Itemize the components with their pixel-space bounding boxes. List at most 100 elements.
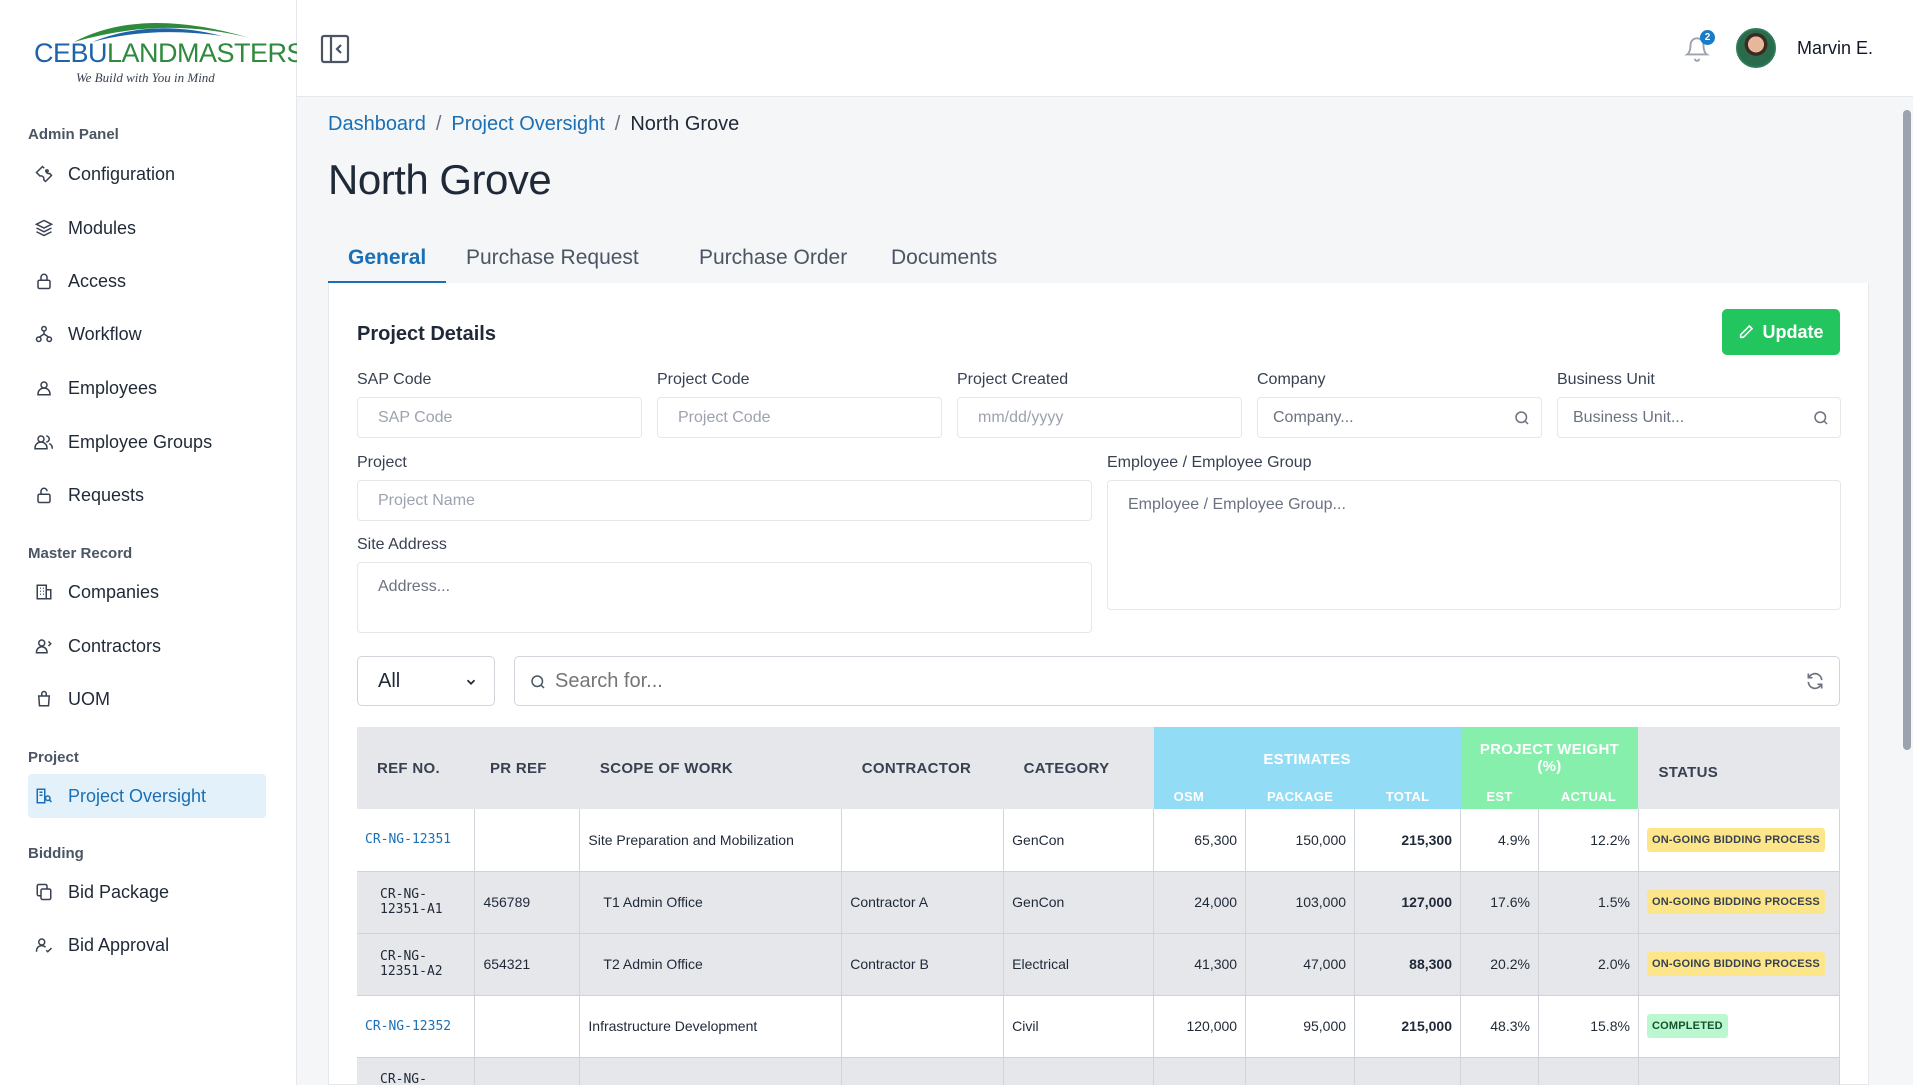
tab-documents[interactable]: Documents bbox=[871, 238, 1017, 284]
sidebar-item-employees[interactable]: Employees bbox=[28, 366, 266, 410]
ref-cell: CR-NG-12351-A1 bbox=[357, 871, 476, 934]
sidebar-item-companies[interactable]: Companies bbox=[28, 570, 266, 614]
building-icon bbox=[33, 581, 55, 603]
breadcrumb: Dashboard / Project Oversight / North Gr… bbox=[328, 113, 739, 136]
sidebar-item-configuration[interactable]: Configuration bbox=[28, 152, 266, 196]
table-row[interactable]: CR-NG-12351-A1 456789 T1 Admin Office Co… bbox=[357, 871, 1841, 934]
project-created-date-input[interactable]: mm/dd/yyyy bbox=[957, 397, 1242, 438]
header-category[interactable]: CATEGORY bbox=[1003, 727, 1154, 809]
wrench-icon bbox=[33, 163, 55, 185]
status-filter-select[interactable]: All bbox=[357, 656, 495, 706]
scope-cell: T2 Admin Office bbox=[579, 933, 843, 996]
breadcrumb-separator: / bbox=[614, 113, 621, 135]
company-placeholder: Company... bbox=[1273, 408, 1354, 426]
table-row[interactable]: CR-NG- bbox=[357, 1057, 1841, 1085]
update-label: Update bbox=[1762, 321, 1824, 342]
page-scrollbar-thumb[interactable] bbox=[1903, 110, 1911, 750]
scope-cell: Infrastructure Development bbox=[579, 995, 843, 1058]
notification-count-badge: 2 bbox=[1700, 30, 1715, 45]
pr-ref-cell: 456789 bbox=[474, 871, 581, 934]
copy-icon bbox=[33, 881, 55, 903]
table-search-input[interactable] bbox=[555, 665, 1755, 697]
sidebar-item-access[interactable]: Access bbox=[28, 259, 266, 303]
sidebar-item-label: Configuration bbox=[68, 163, 176, 184]
header-contractor[interactable]: CONTRACTOR bbox=[841, 727, 1004, 809]
sidebar-item-workflow[interactable]: Workflow bbox=[28, 312, 266, 356]
project-code-input[interactable]: Project Code bbox=[657, 397, 942, 438]
osm-cell: 120,000 bbox=[1153, 995, 1247, 1058]
company-label: Company bbox=[1257, 371, 1326, 388]
tab-purchase-request[interactable]: Purchase Request bbox=[446, 238, 659, 284]
header-ref-no[interactable]: REF NO. bbox=[357, 727, 475, 809]
ref-cell: CR-NG-12351-A2 bbox=[357, 933, 476, 996]
tab-purchase-order[interactable]: Purchase Order bbox=[679, 238, 867, 284]
sidebar-item-label: Bid Package bbox=[68, 881, 170, 902]
site-address-label: Site Address bbox=[357, 536, 447, 553]
company-search-input[interactable]: Company... bbox=[1257, 397, 1542, 438]
table-row[interactable]: CR-NG-12351 Site Preparation and Mobiliz… bbox=[357, 809, 1841, 872]
category-cell: Electrical bbox=[1003, 933, 1155, 996]
sidebar-item-contractors[interactable]: Contractors bbox=[28, 624, 266, 668]
status-badge: COMPLETED bbox=[1646, 1014, 1728, 1038]
total-cell: 127,000 bbox=[1354, 871, 1461, 934]
site-address-textarea[interactable]: Address... bbox=[357, 562, 1092, 633]
breadcrumb-link-dashboard[interactable]: Dashboard bbox=[328, 113, 426, 136]
table-row[interactable]: CR-NG-12352 Infrastructure Development C… bbox=[357, 995, 1841, 1058]
osm-cell: 24,000 bbox=[1153, 871, 1247, 934]
header-total[interactable]: TOTAL bbox=[1354, 781, 1461, 809]
pencil-icon bbox=[1740, 324, 1754, 339]
sap-code-input[interactable]: SAP Code bbox=[357, 397, 642, 438]
tab-general[interactable]: General bbox=[328, 238, 447, 284]
unlock-icon bbox=[33, 484, 55, 506]
total-cell: 215,000 bbox=[1354, 995, 1461, 1058]
actual-cell: 2.0% bbox=[1538, 933, 1639, 996]
contractor-cell: Contractor B bbox=[841, 933, 1005, 996]
osm-cell: 65,300 bbox=[1153, 809, 1247, 872]
sidebar-item-bid-approval[interactable]: Bid Approval bbox=[28, 923, 266, 967]
sap-code-label: SAP Code bbox=[357, 371, 432, 388]
business-unit-search-input[interactable]: Business Unit... bbox=[1557, 397, 1841, 438]
sidebar-item-uom[interactable]: UOM bbox=[28, 677, 266, 721]
topbar: 2 Marvin E. bbox=[297, 0, 1913, 97]
header-status[interactable]: STATUS bbox=[1638, 727, 1840, 809]
header-scope[interactable]: SCOPE OF WORK bbox=[579, 727, 842, 809]
header-pr-ref[interactable]: PR REF bbox=[474, 727, 580, 809]
header-package[interactable]: PACKAGE bbox=[1245, 781, 1355, 809]
logo-tagline: We Build with You in Mind bbox=[76, 70, 215, 85]
actual-cell: 1.5% bbox=[1538, 871, 1639, 934]
package-cell: 47,000 bbox=[1245, 933, 1356, 996]
header-osm[interactable]: OSM bbox=[1153, 781, 1246, 809]
ref-link[interactable]: CR-NG-12352 bbox=[365, 1019, 451, 1034]
user-name[interactable]: Marvin E. bbox=[1797, 38, 1873, 59]
sidebar-item-modules[interactable]: Modules bbox=[28, 206, 266, 250]
scope-cell: Site Preparation and Mobilization bbox=[579, 809, 843, 872]
bag-icon bbox=[33, 688, 55, 710]
nav-section-bidding: Bidding bbox=[28, 845, 84, 862]
contractor-cell bbox=[841, 995, 1005, 1058]
total-cell: 88,300 bbox=[1354, 933, 1461, 996]
sidebar-item-label: Employees bbox=[68, 377, 158, 398]
project-name-input[interactable]: Project Name bbox=[357, 480, 1092, 521]
update-button[interactable]: Update bbox=[1722, 309, 1840, 355]
sidebar-item-project-oversight[interactable]: Project Oversight bbox=[28, 774, 266, 818]
breadcrumb-link-project-oversight[interactable]: Project Oversight bbox=[451, 113, 604, 136]
header-est[interactable]: EST bbox=[1460, 781, 1539, 809]
header-estimates: ESTIMATES bbox=[1153, 727, 1461, 782]
ref-link[interactable]: CR-NG-12351 bbox=[365, 832, 451, 847]
avatar[interactable] bbox=[1736, 28, 1776, 68]
sidebar-item-requests[interactable]: Requests bbox=[28, 473, 266, 517]
sidebar-toggle-icon[interactable] bbox=[320, 34, 350, 64]
sidebar-item-bid-package[interactable]: Bid Package bbox=[28, 870, 266, 914]
logo-wordmark: CEBULANDMASTERS bbox=[34, 38, 305, 68]
company-logo[interactable]: CEBULANDMASTERS We Build with You in Min… bbox=[32, 12, 305, 90]
user-icon bbox=[33, 377, 55, 399]
header-actual[interactable]: ACTUAL bbox=[1538, 781, 1639, 809]
category-cell: GenCon bbox=[1003, 871, 1155, 934]
sidebar-item-employee-groups[interactable]: Employee Groups bbox=[28, 420, 266, 464]
contractor-cell bbox=[841, 809, 1005, 872]
sidebar-item-label: Project Oversight bbox=[68, 785, 207, 806]
refresh-icon[interactable] bbox=[1805, 671, 1825, 691]
employee-group-input[interactable]: Employee / Employee Group... bbox=[1107, 480, 1841, 610]
lock-icon bbox=[33, 270, 55, 292]
table-row[interactable]: CR-NG-12351-A2 654321 T2 Admin Office Co… bbox=[357, 933, 1841, 996]
